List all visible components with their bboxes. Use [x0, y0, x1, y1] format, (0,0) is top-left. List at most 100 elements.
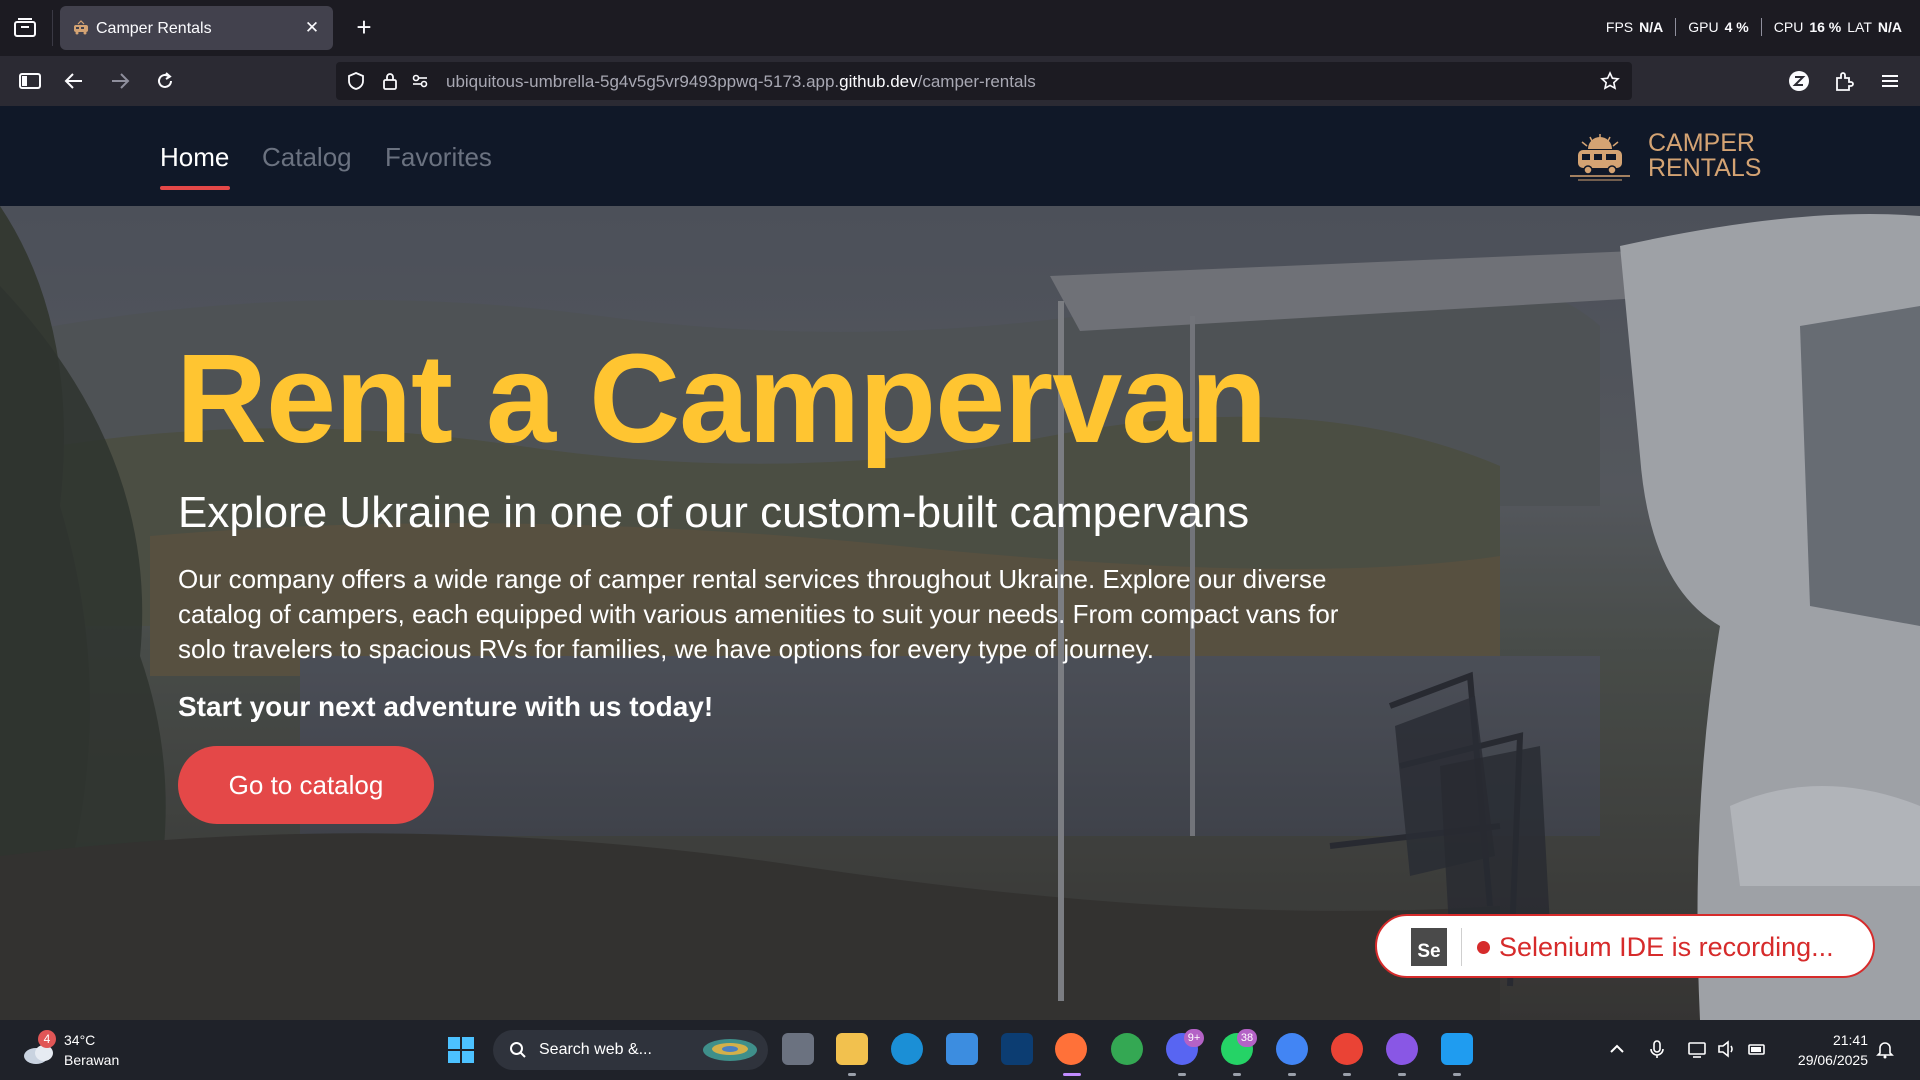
- active-nav-underline: [160, 186, 230, 190]
- site-header: Home Catalog Favorites CAMPER RENTALS: [0, 106, 1920, 206]
- forward-arrow-icon: [112, 73, 130, 89]
- extensions-button[interactable]: [1828, 65, 1860, 97]
- zotero-extension-button[interactable]: [1783, 65, 1815, 97]
- address-bar[interactable]: ubiquitous-umbrella-5g4v5g5vr9493ppwq-51…: [336, 62, 1632, 100]
- chrome-profile-icon[interactable]: [1331, 1033, 1363, 1065]
- hero-subtitle: Explore Ukraine in one of our custom-bui…: [178, 488, 1250, 537]
- logo-line-1: CAMPER: [1648, 129, 1755, 157]
- weather-temperature: 34°C: [64, 1032, 96, 1048]
- lat-label: LAT: [1847, 19, 1872, 35]
- sidebar-toggle-button[interactable]: [14, 65, 46, 97]
- back-button[interactable]: [58, 65, 90, 97]
- nav-link-home[interactable]: Home: [160, 142, 229, 173]
- cpu-label: CPU: [1773, 19, 1804, 35]
- performance-overlay: FPS N/A GPU 4 % CPU 16 % LAT N/A: [1606, 18, 1902, 36]
- selenium-logo-icon: Se: [1411, 928, 1447, 966]
- browser-tab-strip: Camper Rentals ✕ + FPS N/A GPU 4 % CPU 1…: [0, 0, 1920, 56]
- running-indicator: [848, 1073, 856, 1076]
- running-indicator: [1398, 1073, 1406, 1076]
- hero-call-to-action: Start your next adventure with us today!: [178, 691, 714, 722]
- network-icon[interactable]: [1686, 1038, 1708, 1060]
- tab-separator: [52, 10, 53, 46]
- active-app-indicator: [1063, 1073, 1081, 1076]
- perf-divider: [1675, 18, 1677, 36]
- url-path: /camper-rentals: [917, 72, 1036, 91]
- camper-favicon-icon: [74, 20, 88, 35]
- reload-icon: [158, 72, 172, 88]
- task-view-icon[interactable]: [782, 1033, 814, 1065]
- edge-browser-icon[interactable]: [891, 1033, 923, 1065]
- running-indicator: [1288, 1073, 1296, 1076]
- running-indicator: [1233, 1073, 1241, 1076]
- battery-icon[interactable]: [1746, 1038, 1768, 1060]
- web-page: Home Catalog Favorites CAMPER RENTALS Re…: [0, 106, 1920, 1020]
- defender-icon[interactable]: [1001, 1033, 1033, 1065]
- search-label: Search web &...: [539, 1041, 652, 1058]
- bookmark-star-icon[interactable]: [1600, 71, 1620, 91]
- browser-navigation-bar: ubiquitous-umbrella-5g4v5g5vr9493ppwq-51…: [0, 56, 1920, 106]
- gpu-value: 4 %: [1724, 19, 1749, 35]
- weather-widget[interactable]: 4 34°C Berawan: [22, 1030, 142, 1072]
- zotero-icon: [1789, 71, 1809, 91]
- search-highlight-image: [703, 1039, 757, 1061]
- running-indicator: [1453, 1073, 1461, 1076]
- new-tab-button[interactable]: +: [350, 14, 378, 42]
- url-text[interactable]: ubiquitous-umbrella-5g4v5g5vr9493ppwq-51…: [446, 72, 1036, 92]
- go-to-catalog-button[interactable]: Go to catalog: [178, 746, 434, 824]
- whatsapp-badge: 38: [1237, 1029, 1257, 1047]
- weather-alert-badge: 4: [38, 1030, 56, 1048]
- url-prefix: ubiquitous-umbrella-5g4v5g5vr9493ppwq-51…: [446, 72, 840, 91]
- lock-icon[interactable]: [380, 71, 400, 91]
- file-explorer-icon[interactable]: [836, 1033, 868, 1065]
- search-icon: [510, 1042, 526, 1058]
- cpu-value: 16 %: [1809, 19, 1842, 35]
- hamburger-menu-icon: [1882, 75, 1898, 87]
- gpu-label: GPU: [1688, 19, 1719, 35]
- app-menu-button[interactable]: [1874, 65, 1906, 97]
- chrome-profile-icon[interactable]: [1276, 1033, 1308, 1065]
- running-indicator: [1343, 1073, 1351, 1076]
- clock-time: 21:41: [1832, 1032, 1868, 1048]
- logo-line-2: RENTALS: [1648, 154, 1762, 182]
- forward-button[interactable]: [104, 65, 136, 97]
- fps-label: FPS: [1605, 19, 1634, 35]
- reload-button[interactable]: [149, 65, 181, 97]
- github-desktop-icon[interactable]: [1386, 1033, 1418, 1065]
- discord-badge: 9+: [1184, 1029, 1204, 1047]
- notification-bell-icon[interactable]: [1874, 1038, 1896, 1060]
- hero-title: Rent a Campervan: [176, 328, 1267, 469]
- camper-logo-icon[interactable]: [1568, 130, 1632, 182]
- sidebar-icon: [19, 73, 41, 89]
- perf-divider: [1760, 18, 1762, 36]
- firefox-icon[interactable]: [1055, 1033, 1087, 1065]
- logo-text[interactable]: CAMPER RENTALS: [1648, 131, 1761, 181]
- permissions-icon[interactable]: [410, 71, 430, 91]
- chrome-icon[interactable]: [1111, 1033, 1143, 1065]
- microsoft-store-icon[interactable]: [946, 1033, 978, 1065]
- banner-divider: [1461, 928, 1462, 966]
- tab-title: Camper Rentals: [96, 20, 212, 37]
- lat-value: N/A: [1877, 19, 1902, 35]
- taskbar-search[interactable]: Search web &...: [493, 1030, 768, 1070]
- windows-start-icon[interactable]: [447, 1036, 475, 1064]
- recording-message: Selenium IDE is recording...: [1499, 932, 1834, 962]
- puzzle-piece-icon: [1836, 72, 1854, 91]
- hero-section: Rent a Campervan Explore Ukraine in one …: [0, 206, 1920, 1020]
- tab-camper-rentals[interactable]: Camper Rentals ✕: [60, 6, 333, 50]
- microphone-icon[interactable]: [1646, 1038, 1668, 1060]
- close-tab-icon[interactable]: ✕: [301, 17, 323, 39]
- clock-date: 29/06/2025: [1797, 1052, 1868, 1068]
- hero-description: Our company offers a wide range of campe…: [178, 564, 1339, 664]
- system-clock[interactable]: 21:41 29/06/2025: [1798, 1030, 1868, 1070]
- chevron-up-icon[interactable]: [1606, 1038, 1628, 1060]
- running-indicator: [1178, 1073, 1186, 1076]
- volume-icon[interactable]: [1716, 1038, 1738, 1060]
- vscode-icon[interactable]: [1441, 1033, 1473, 1065]
- url-host: github.dev: [839, 72, 918, 91]
- nav-link-favorites[interactable]: Favorites: [385, 142, 492, 173]
- selenium-recording-banner: Se Selenium IDE is recording...: [1375, 914, 1875, 978]
- list-all-tabs-icon[interactable]: [12, 16, 38, 40]
- tracking-protection-shield-icon[interactable]: [346, 71, 366, 91]
- back-arrow-icon: [64, 73, 82, 89]
- nav-link-catalog[interactable]: Catalog: [262, 142, 352, 173]
